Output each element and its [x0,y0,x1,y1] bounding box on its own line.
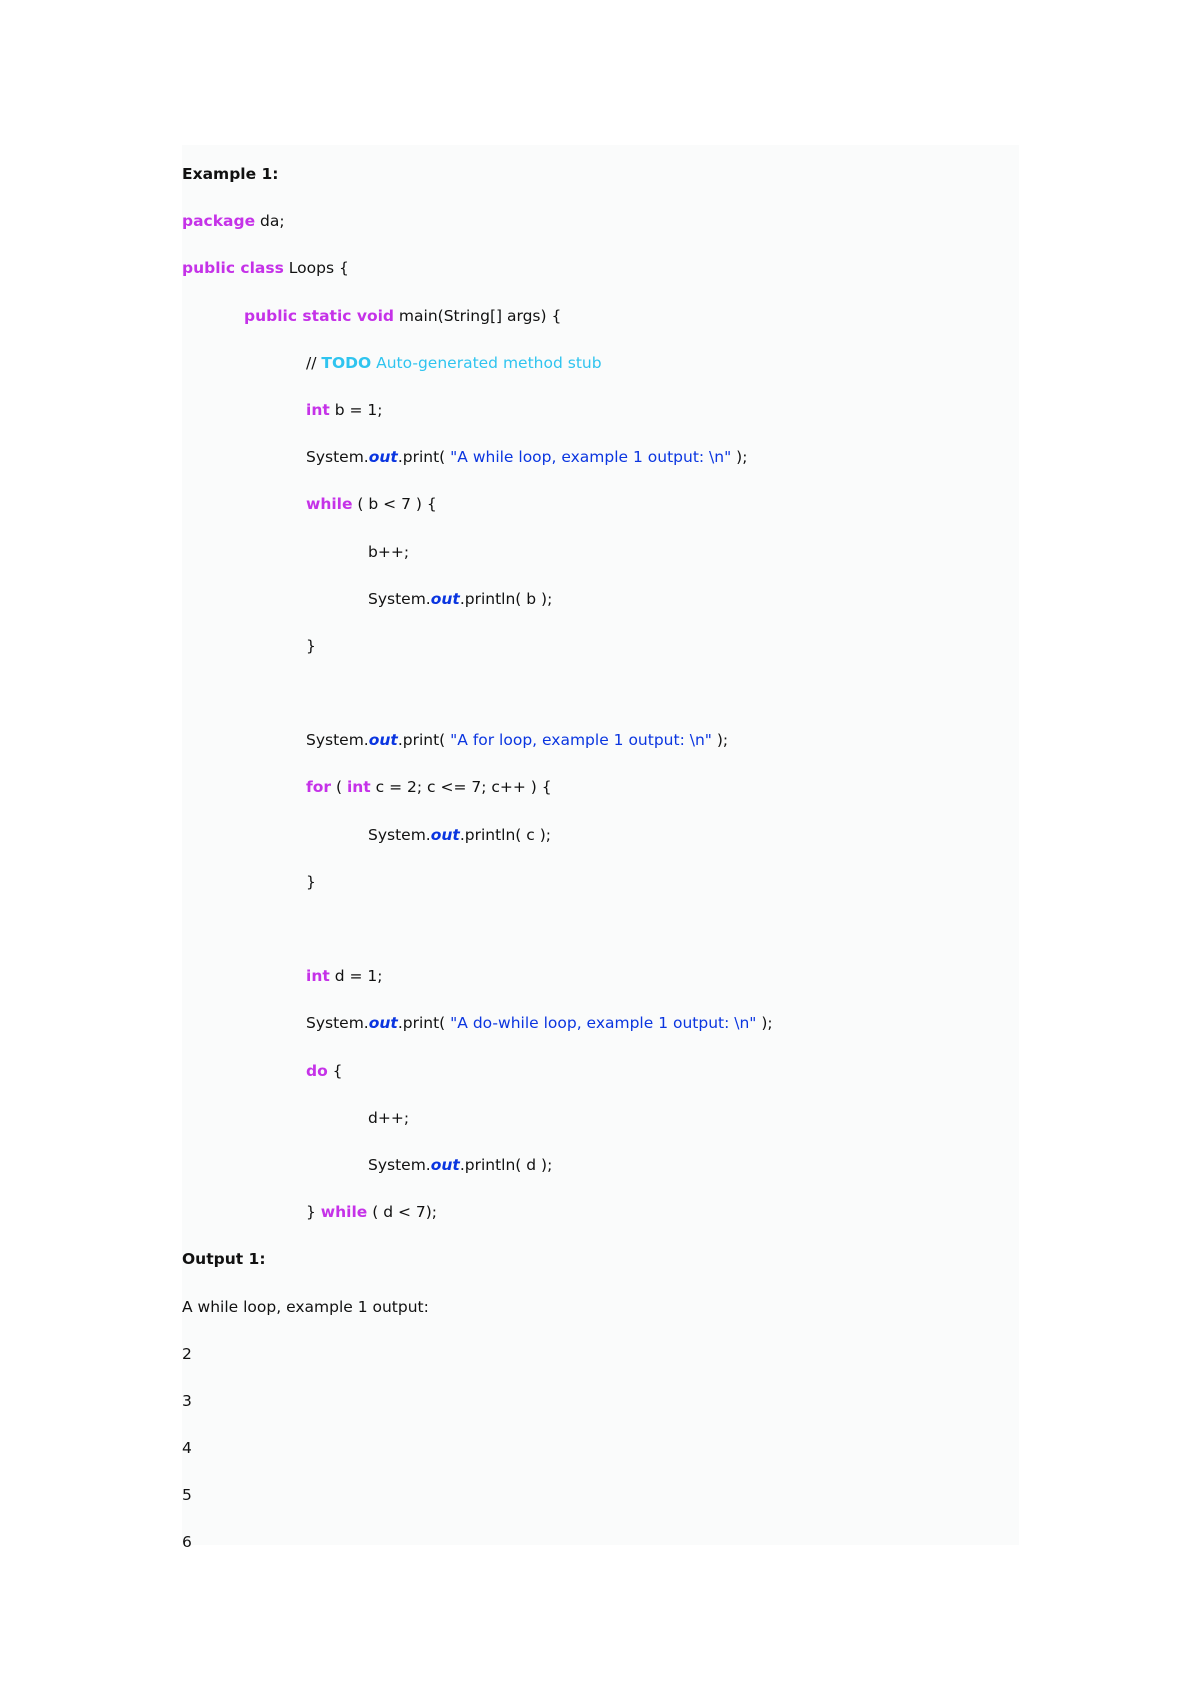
code-text: System. [368,589,431,608]
code-line-do: do { [182,1061,773,1108]
code-line-println-b: System.out.println( b ); [182,589,773,636]
string-literal: "A while loop, example 1 output: \n" [450,448,732,467]
code-text: da; [255,212,285,231]
code-text: .println( [459,589,527,608]
code-line-print-dowhile: System.out.print( "A do-while loop, exam… [182,1013,773,1060]
code-text: ( b < 7 ) { [352,495,437,514]
code-text: System. [306,448,369,467]
comment-tag: TODO [321,353,372,372]
string-literal: "A do-while loop, example 1 output: \n" [450,1014,757,1033]
keyword: public static void [244,306,394,325]
keyword: package [182,212,256,231]
keyword: while [306,495,353,514]
field-out: out [368,1014,398,1033]
keyword: int [306,400,330,419]
code-text: .println( [459,825,527,844]
code-line-print-while: System.out.print( "A while loop, example… [182,447,773,494]
code-text: System. [306,731,369,750]
code-text: c = 2; c <= 7; c++ ) { [370,778,552,797]
output-line: 3 [182,1391,192,1410]
code-line-for: for ( int c = 2; c <= 7; c++ ) { [182,777,773,824]
code-line-println-d: System.out.println( d ); [182,1155,773,1202]
code-line-close-for: } [306,872,316,891]
code-line-dowhile-end: } while ( d < 7); [182,1202,773,1249]
output-heading: Output 1: [182,1250,266,1269]
code-line-d-inc: d++; [368,1108,410,1127]
keyword: for [306,778,332,797]
code-line-int-d: int d = 1; [182,966,773,1013]
field-out: out [430,825,460,844]
code-text: Loops { [283,259,349,278]
code-text: ); [731,448,748,467]
code-line-while: while ( b < 7 ) { [182,494,773,541]
output-line: 6 [182,1533,192,1552]
code-line-close-while: } [306,636,316,655]
code-text: ); [756,1014,773,1033]
output-line: 5 [182,1486,192,1505]
keyword: int [306,967,330,986]
code-line-print-for: System.out.print( "A for loop, example 1… [182,730,773,777]
output-line: 4 [182,1439,192,1458]
field-out: out [368,731,398,750]
field-out: out [430,589,460,608]
comment-slash: // [306,353,322,372]
field-out: out [368,448,398,467]
field-out: out [430,1155,460,1174]
code-text: main(String[] args) { [394,306,562,325]
code-text: .print( [397,448,451,467]
code-text: } [306,1203,321,1222]
code-text: System. [306,1014,369,1033]
code-text: System. [368,825,431,844]
document-content: Example 1: package da; public class Loop… [182,164,773,1580]
code-text: d ); [526,1155,553,1174]
code-line-class: public class Loops { [182,258,773,305]
code-line-println-c: System.out.println( c ); [182,825,773,872]
code-text: ( d < 7); [367,1203,438,1222]
keyword: do [306,1061,328,1080]
code-text: System. [368,1155,431,1174]
keyword: public class [182,259,284,278]
code-text: d = 1; [329,967,383,986]
code-text: b ); [526,589,553,608]
code-text: .print( [397,731,451,750]
code-text: c ); [526,825,551,844]
keyword: int [346,778,371,797]
code-line-main: public static void main(String[] args) { [182,306,773,353]
code-text: .println( [459,1155,527,1174]
code-line-package: package da; [182,211,773,258]
code-text: b = 1; [329,400,383,419]
example-heading: Example 1: [182,165,279,183]
code-line-comment: // TODO Auto-generated method stub [182,353,773,400]
output-line: 2 [182,1344,192,1363]
comment-text: Auto-generated method stub [371,353,602,372]
keyword: while [320,1203,368,1222]
code-line-b-inc: b++; [368,542,410,561]
code-line-int-b: int b = 1; [182,400,773,447]
code-text: ); [711,731,729,750]
code-text: ( [331,778,347,797]
string-literal: "A for loop, example 1 output: \n" [450,731,712,750]
code-text: { [327,1061,343,1080]
output-line: A while loop, example 1 output: [182,1297,429,1316]
code-text: .print( [397,1014,451,1033]
